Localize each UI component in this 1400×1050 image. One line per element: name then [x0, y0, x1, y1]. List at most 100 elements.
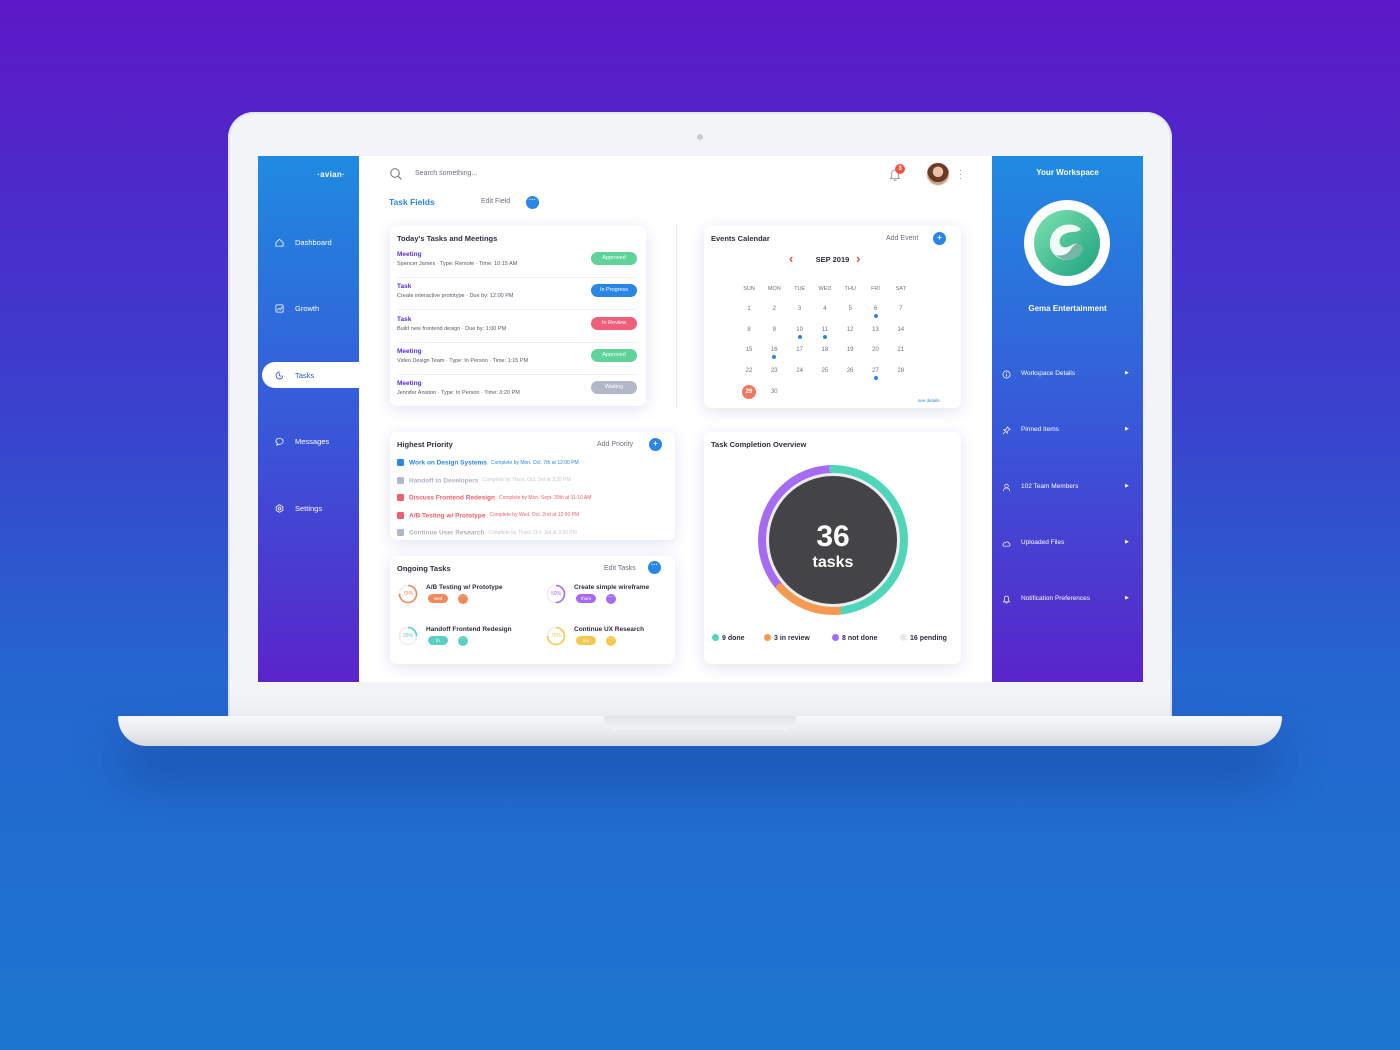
- calendar-day[interactable]: 18: [813, 347, 837, 353]
- caret-right-icon: ▶: [1125, 426, 1129, 432]
- calendar-day[interactable]: 17: [788, 347, 812, 353]
- day-tag: thurs: [576, 594, 596, 603]
- brand-logo: ·avian·: [317, 170, 345, 179]
- sidebar-item-label: Tasks: [295, 370, 315, 380]
- card-title: Events Calendar: [711, 234, 770, 243]
- item-desc: Spencer James · Type: Remote · Time: 10:…: [397, 261, 518, 267]
- calendar-day[interactable]: 4: [813, 306, 837, 312]
- sidebar-item-growth[interactable]: Growth: [258, 295, 359, 321]
- calendar-day[interactable]: 1: [737, 306, 761, 312]
- calendar-day[interactable]: 28: [889, 368, 913, 374]
- more-icon[interactable]: ···: [458, 594, 468, 604]
- more-icon[interactable]: ···: [606, 594, 616, 604]
- completion-donut-chart: 36 tasks: [758, 465, 908, 615]
- priority-checkbox[interactable]: [397, 494, 404, 502]
- workspace-item-files[interactable]: Uploaded Files ▶: [992, 537, 1143, 551]
- priority-item[interactable]: Continue User Research Complete by Thurs.…: [397, 524, 577, 537]
- calendar-day[interactable]: 11: [813, 327, 837, 339]
- calendar-day[interactable]: 30: [762, 389, 786, 395]
- task-name: A/B Testing w/ Prototype: [426, 584, 503, 591]
- list-item[interactable]: Meeting Video Design Team · Type: In Per…: [397, 348, 637, 380]
- see-details-link[interactable]: see details: [918, 398, 940, 403]
- calendar-day[interactable]: 29: [737, 384, 761, 399]
- search-input[interactable]: Search something...: [415, 170, 477, 177]
- workspace-logo: [1024, 200, 1110, 286]
- list-item[interactable]: Task Build new frontend design · Due by:…: [397, 316, 637, 348]
- edit-field-more-button[interactable]: ···: [526, 196, 539, 209]
- calendar-day[interactable]: 6: [864, 306, 888, 318]
- calendar-day[interactable]: 22: [737, 368, 761, 374]
- calendar-day[interactable]: 15: [737, 347, 761, 353]
- add-priority-button[interactable]: Add Priority: [597, 441, 633, 448]
- priority-item[interactable]: Discuss Frontend Redesign Complete by Mon…: [397, 489, 592, 502]
- calendar-day[interactable]: 10: [788, 327, 812, 339]
- more-icon[interactable]: ···: [458, 636, 468, 646]
- workspace-item-team[interactable]: 102 Team Members ▶: [992, 481, 1143, 495]
- priority-checkbox[interactable]: [397, 529, 404, 537]
- more-icon[interactable]: ···: [606, 636, 616, 646]
- priority-item[interactable]: A/B Testing w/ Prototype Complete by Wed.…: [397, 507, 579, 519]
- calendar-day[interactable]: 16: [762, 347, 786, 360]
- ongoing-task[interactable]: 50% Create simple wireframe thurs ···: [546, 584, 686, 616]
- edit-field-button[interactable]: Edit Field: [481, 198, 510, 205]
- sidebar-item-tasks[interactable]: Tasks: [262, 362, 372, 388]
- day-tag: wed: [428, 594, 448, 603]
- calendar-day[interactable]: 3: [788, 306, 812, 312]
- priority-due: Complete by Mon. Sept. 30th at 11:10 AM: [498, 494, 592, 501]
- priority-checkbox[interactable]: [397, 511, 404, 519]
- status-badge: In Progress: [591, 284, 637, 297]
- calendar-day[interactable]: 13: [864, 327, 888, 333]
- avatar[interactable]: [926, 162, 950, 186]
- calendar-day[interactable]: 26: [838, 368, 862, 374]
- calendar-day[interactable]: 25: [813, 368, 837, 374]
- calendar-day[interactable]: 8: [737, 327, 761, 333]
- task-name: Create simple wireframe: [574, 584, 650, 591]
- calendar-day[interactable]: 23: [762, 368, 786, 374]
- sidebar-item-settings[interactable]: Settings: [258, 495, 359, 521]
- calendar-day[interactable]: 7: [889, 306, 913, 312]
- sidebar-item-label: Messages: [295, 436, 330, 446]
- list-item[interactable]: Meeting Jennifer Aniston · Type: In Pers…: [397, 380, 637, 412]
- more-vertical-icon[interactable]: · · ·: [959, 166, 962, 183]
- calendar-day[interactable]: 24: [788, 368, 812, 374]
- workspace-item-details[interactable]: Workspace Details ▶: [992, 368, 1143, 382]
- priority-name: Discuss Frontend Redesign: [409, 494, 495, 502]
- calendar-day[interactable]: 27: [864, 368, 888, 381]
- sidebar-item-messages[interactable]: Messages: [258, 428, 359, 454]
- workspace-item-notifications[interactable]: Notification Preferences ▶: [992, 593, 1143, 607]
- item-desc: Jennifer Aniston · Type: In Person · Tim…: [397, 390, 520, 396]
- add-event-plus-button[interactable]: +: [933, 232, 946, 245]
- calendar-day[interactable]: 19: [838, 347, 862, 353]
- item-title: Meeting: [397, 380, 422, 387]
- search-icon[interactable]: [389, 167, 403, 181]
- calendar-day[interactable]: 21: [889, 347, 913, 353]
- calendar-day[interactable]: 20: [864, 347, 888, 353]
- priority-name: Continue User Research: [409, 529, 485, 537]
- priority-item[interactable]: Handoff to Developers Complete by Thurs. …: [397, 472, 571, 484]
- calendar-dow: MON: [767, 286, 781, 292]
- calendar-day[interactable]: 14: [889, 327, 913, 333]
- ongoing-task[interactable]: 25% Handoff Frontend Redesign fri ···: [398, 626, 538, 658]
- add-priority-plus-button[interactable]: +: [649, 438, 662, 451]
- sidebar-item-dashboard[interactable]: Dashboard: [258, 229, 359, 255]
- add-event-button[interactable]: Add Event: [886, 235, 918, 242]
- edit-tasks-button[interactable]: Edit Tasks: [604, 565, 636, 572]
- next-month-button[interactable]: ›: [856, 251, 860, 266]
- calendar-day[interactable]: 12: [838, 327, 862, 333]
- workspace-item-pinned[interactable]: Pinned Items ▶: [992, 424, 1143, 438]
- item-desc: Build new frontend design · Due by: 1:00…: [397, 326, 507, 332]
- ongoing-task[interactable]: 75% A/B Testing w/ Prototype wed ···: [398, 584, 538, 616]
- ongoing-task[interactable]: 75% Continue UX Research tue ···: [546, 626, 686, 658]
- event-dot: [772, 355, 777, 360]
- list-item[interactable]: Meeting Spencer James · Type: Remote · T…: [397, 251, 637, 283]
- priority-item[interactable]: Work on Design Systems Complete by Mon. O…: [397, 454, 579, 467]
- priority-checkbox[interactable]: [397, 459, 404, 467]
- status-badge: Approved: [591, 252, 637, 265]
- calendar-day[interactable]: 5: [838, 306, 862, 312]
- calendar-day[interactable]: 9: [762, 327, 786, 333]
- priority-checkbox[interactable]: [397, 476, 404, 484]
- list-item[interactable]: Task Create interactive prototype · Due …: [397, 283, 637, 315]
- day-tag: tue: [576, 636, 596, 645]
- edit-tasks-more-button[interactable]: ···: [648, 561, 661, 574]
- calendar-day[interactable]: 2: [762, 306, 786, 312]
